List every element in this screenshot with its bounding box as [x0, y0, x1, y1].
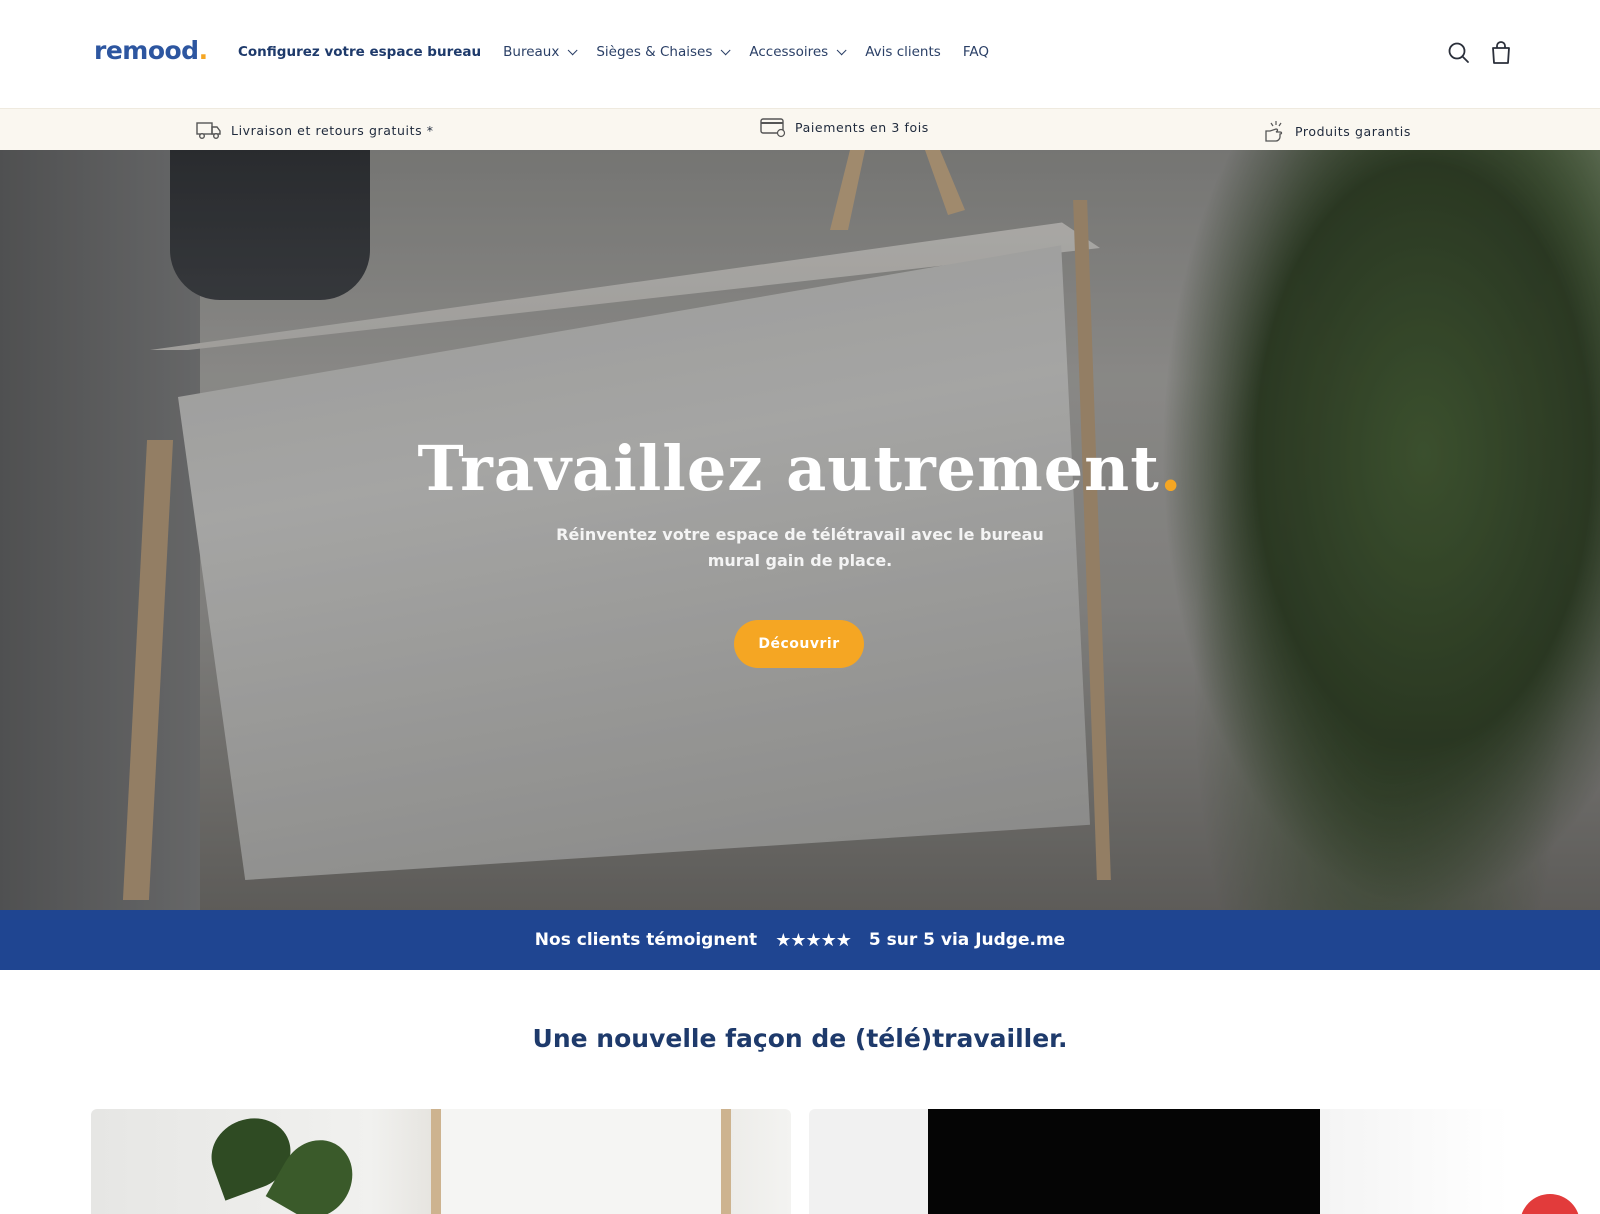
card-image-desk	[431, 1109, 731, 1214]
usp-bar: Livraison et retours gratuits * Paiement…	[0, 108, 1600, 150]
nav-avis-clients[interactable]: Avis clients	[865, 44, 941, 60]
chevron-down-icon	[567, 44, 578, 55]
nav-accessoires[interactable]: Accessoires	[749, 44, 847, 60]
feature-card-left[interactable]	[91, 1109, 791, 1214]
usp-label: Paiements en 3 fois	[795, 119, 929, 135]
reviews-summary: 5 sur 5 via Judge.me	[868, 930, 1066, 950]
nav-sieges-chaises[interactable]: Sièges & Chaises	[596, 44, 731, 60]
nav-configure[interactable]: Configurez votre espace bureau	[238, 44, 481, 60]
usp-label: Livraison et retours gratuits *	[231, 122, 434, 138]
truck-icon	[196, 122, 221, 139]
brand-logo[interactable]: remood.	[94, 36, 208, 65]
nav-bureaux[interactable]: Bureaux	[503, 44, 578, 60]
hero-banner: Travaillez autrement. Réinventez votre e…	[0, 150, 1600, 910]
usp-delivery: Livraison et retours gratuits *	[196, 119, 434, 141]
usp-guarantee: Produits garantis	[1262, 119, 1411, 143]
section-title: Une nouvelle façon de (télé)travailler.	[532, 1024, 1068, 1053]
hero-title: Travaillez autrement.	[417, 432, 1183, 505]
chat-widget-button[interactable]	[1520, 1194, 1580, 1214]
rating-stars-icon: ★★★★★	[775, 929, 852, 951]
reviews-band[interactable]: Nos clients témoignent ★★★★★ 5 sur 5 via…	[0, 910, 1600, 970]
reviews-label: Nos clients témoignent	[534, 930, 758, 950]
cart-icon[interactable]	[1486, 38, 1516, 68]
hand-sparkle-icon	[1265, 121, 1283, 142]
hero-subtitle: Réinventez votre espace de télétravail a…	[556, 525, 1044, 570]
usp-label: Produits garantis	[1295, 123, 1411, 139]
site-header: remood. Configurez votre espace bureau B…	[0, 0, 1600, 108]
discover-button[interactable]: Découvrir	[734, 620, 864, 668]
card-icon	[760, 118, 786, 138]
chevron-down-icon	[721, 44, 731, 55]
search-icon[interactable]	[1444, 38, 1474, 68]
usp-payment: Paiements en 3 fois	[760, 116, 929, 138]
chevron-down-icon	[836, 44, 847, 55]
main-nav: Configurez votre espace bureau Bureaux S…	[238, 44, 1011, 60]
nav-faq[interactable]: FAQ	[963, 44, 989, 60]
feature-card-right[interactable]	[809, 1109, 1509, 1214]
